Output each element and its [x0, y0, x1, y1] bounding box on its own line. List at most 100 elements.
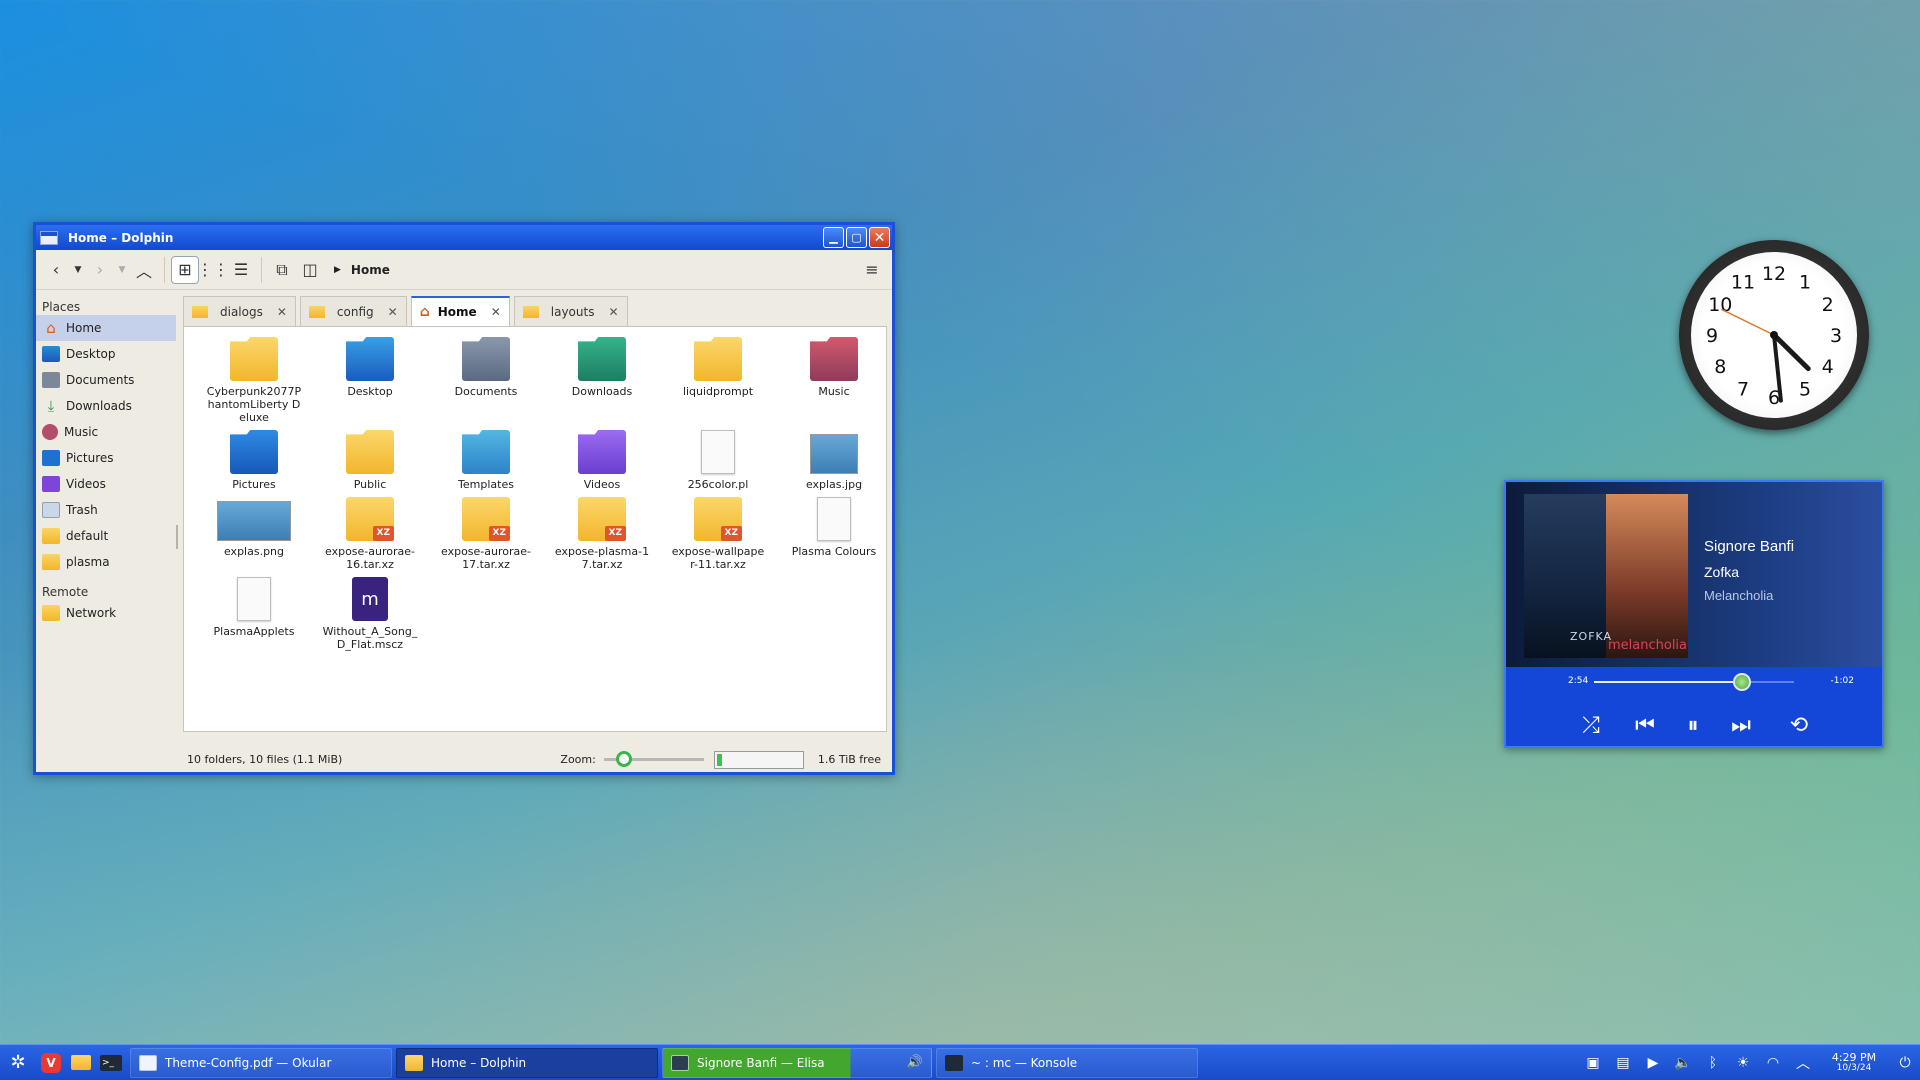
- display-icon[interactable]: ▣: [1578, 1055, 1608, 1071]
- audio-playing-icon[interactable]: 🔊: [907, 1055, 923, 1070]
- folder-icon: [230, 430, 278, 474]
- tab-dialogs[interactable]: dialogs ✕: [183, 296, 296, 326]
- power-icon[interactable]: ⏻: [1890, 1055, 1920, 1071]
- minimize-button[interactable]: ▁: [823, 227, 844, 248]
- track-title: Signore Banfi: [1704, 538, 1795, 555]
- split-view-icon[interactable]: ◫: [296, 256, 324, 284]
- sidebar-item-downloads[interactable]: ⤓ Downloads: [36, 393, 176, 419]
- task-elisa[interactable]: Signore Banfi — Elisa 🔊: [662, 1047, 932, 1078]
- analog-clock-widget[interactable]: 12 1 2 3 4 5 6 7 8 9 10 11: [1679, 240, 1869, 430]
- file-item[interactable]: XZ expose-plasma-17.tar.xz: [544, 497, 660, 571]
- file-item[interactable]: Templates: [428, 430, 544, 491]
- file-item[interactable]: Videos: [544, 430, 660, 491]
- brightness-icon[interactable]: ☀: [1728, 1055, 1758, 1071]
- wifi-icon[interactable]: ◠: [1758, 1055, 1788, 1071]
- zoom-slider-handle[interactable]: [615, 751, 632, 767]
- file-item[interactable]: XZ expose-aurorae-16.tar.xz: [312, 497, 428, 571]
- file-item[interactable]: Plasma Colours: [776, 497, 892, 571]
- file-name: explas.jpg: [805, 478, 863, 491]
- close-button[interactable]: ✕: [869, 227, 890, 248]
- close-tab-icon[interactable]: ✕: [491, 305, 501, 319]
- dolphin-window[interactable]: Home – Dolphin ▁ ▢ ✕ ‹ ▼ › ▼ ︿ ⊞ ⋮⋮ ☰ ⧉ …: [33, 222, 895, 775]
- sidebar-item-pictures[interactable]: Pictures: [36, 445, 176, 471]
- sidebar-item-trash[interactable]: Trash: [36, 497, 176, 523]
- tab-home[interactable]: ⌂ Home ✕: [410, 296, 510, 326]
- title-bar[interactable]: Home – Dolphin ▁ ▢ ✕: [36, 225, 892, 250]
- breadcrumb[interactable]: ▶ Home: [334, 263, 390, 277]
- compact-view-icon[interactable]: ⋮⋮: [197, 256, 229, 284]
- close-tab-icon[interactable]: ✕: [277, 305, 287, 319]
- file-item[interactable]: Pictures: [196, 430, 312, 491]
- next-track-icon[interactable]: ⏭: [1724, 710, 1758, 740]
- digital-clock[interactable]: 4:29 PM 10/3/24: [1824, 1052, 1884, 1074]
- volume-icon[interactable]: 🔈: [1668, 1055, 1698, 1071]
- file-item[interactable]: liquidprompt: [660, 337, 776, 424]
- dolphin-icon: [405, 1054, 423, 1071]
- pause-icon[interactable]: ⏸: [1676, 710, 1710, 740]
- sidebar-item-documents[interactable]: Documents: [36, 367, 176, 393]
- forward-icon[interactable]: ›: [86, 256, 114, 284]
- sidebar-item-network[interactable]: Network: [36, 600, 176, 626]
- file-item[interactable]: XZ expose-wallpaper-11.tar.xz: [660, 497, 776, 571]
- tab-config[interactable]: config ✕: [299, 296, 407, 326]
- file-item[interactable]: Documents: [428, 337, 544, 424]
- file-name: Cyberpunk2077PhantomLiberty Deluxe: [206, 385, 302, 424]
- expand-tray-icon[interactable]: ︿: [1788, 1053, 1818, 1073]
- close-tab-icon[interactable]: ✕: [608, 305, 618, 319]
- bluetooth-icon[interactable]: ᛒ: [1698, 1055, 1728, 1071]
- file-item[interactable]: m Without_A_Song_D_Flat.mscz: [312, 577, 428, 651]
- previous-track-icon[interactable]: ⏮: [1628, 710, 1662, 740]
- seek-slider-handle[interactable]: [1733, 673, 1751, 691]
- task-konsole[interactable]: ~ : mc — Konsole: [936, 1047, 1198, 1078]
- maximize-button[interactable]: ▢: [846, 227, 867, 248]
- file-item[interactable]: XZ expose-aurorae-17.tar.xz: [428, 497, 544, 571]
- konsole-launcher[interactable]: >_: [96, 1045, 126, 1080]
- zoom-slider[interactable]: [603, 751, 704, 767]
- sidebar-item-default[interactable]: default: [36, 523, 176, 549]
- dolphin-launcher[interactable]: [66, 1045, 96, 1080]
- sidebar-item-home[interactable]: ⌂ Home: [36, 315, 176, 341]
- folder-icon: [462, 337, 510, 381]
- seek-slider[interactable]: [1594, 673, 1794, 691]
- file-item[interactable]: explas.png: [196, 497, 312, 571]
- up-icon[interactable]: ︿: [130, 256, 158, 284]
- shuffle-icon[interactable]: ⤮: [1574, 710, 1608, 740]
- vivaldi-launcher[interactable]: V: [36, 1045, 66, 1080]
- back-history-chevron-icon[interactable]: ▼: [70, 256, 86, 284]
- breadcrumb-current[interactable]: Home: [351, 263, 390, 277]
- sidebar-item-plasma[interactable]: plasma: [36, 549, 176, 575]
- file-item[interactable]: explas.jpg: [776, 430, 892, 491]
- disk-usage-bar[interactable]: [713, 750, 804, 769]
- preview-icon[interactable]: ⧉: [268, 256, 296, 284]
- file-item[interactable]: PlasmaApplets: [196, 577, 312, 651]
- repeat-icon[interactable]: ⟲: [1782, 710, 1816, 740]
- back-icon[interactable]: ‹: [42, 256, 70, 284]
- clipboard-icon[interactable]: ▤: [1608, 1055, 1638, 1071]
- file-view[interactable]: Cyberpunk2077PhantomLiberty Deluxe Deskto…: [183, 326, 887, 732]
- task-label: ~ : mc — Konsole: [971, 1055, 1078, 1070]
- file-name: Without_A_Song_D_Flat.mscz: [322, 625, 418, 651]
- file-item[interactable]: Public: [312, 430, 428, 491]
- media-player-widget[interactable]: ZOFKA melancholia Signore Banfi Zofka Me…: [1504, 480, 1884, 748]
- task-dolphin[interactable]: Home – Dolphin: [396, 1047, 658, 1078]
- media-play-icon[interactable]: ▶: [1638, 1055, 1668, 1071]
- icons-view-icon[interactable]: ⊞: [171, 255, 199, 284]
- file-item[interactable]: Desktop: [312, 337, 428, 424]
- application-launcher-icon[interactable]: ✲: [0, 1045, 36, 1080]
- file-item[interactable]: Music: [776, 337, 892, 424]
- task-okular[interactable]: Theme-Config.pdf — Okular: [130, 1047, 392, 1078]
- details-view-icon[interactable]: ☰: [227, 256, 255, 284]
- sidebar-item-desktop[interactable]: Desktop: [36, 341, 176, 367]
- file-item[interactable]: Cyberpunk2077PhantomLiberty Deluxe: [196, 337, 312, 424]
- places-panel-resize-handle[interactable]: [176, 525, 178, 549]
- sidebar-item-music[interactable]: Music: [36, 419, 176, 445]
- hamburger-menu-icon[interactable]: ≡: [858, 256, 886, 284]
- archive-icon: XZ: [694, 497, 742, 541]
- tab-layouts[interactable]: layouts ✕: [513, 296, 628, 326]
- file-item[interactable]: Downloads: [544, 337, 660, 424]
- sidebar-item-videos[interactable]: Videos: [36, 471, 176, 497]
- taskbar: ✲ V >_ Theme-Config.pdf — Okular Home – …: [0, 1044, 1920, 1080]
- forward-history-chevron-icon[interactable]: ▼: [114, 256, 130, 284]
- file-item[interactable]: 256color.pl: [660, 430, 776, 491]
- close-tab-icon[interactable]: ✕: [388, 305, 398, 319]
